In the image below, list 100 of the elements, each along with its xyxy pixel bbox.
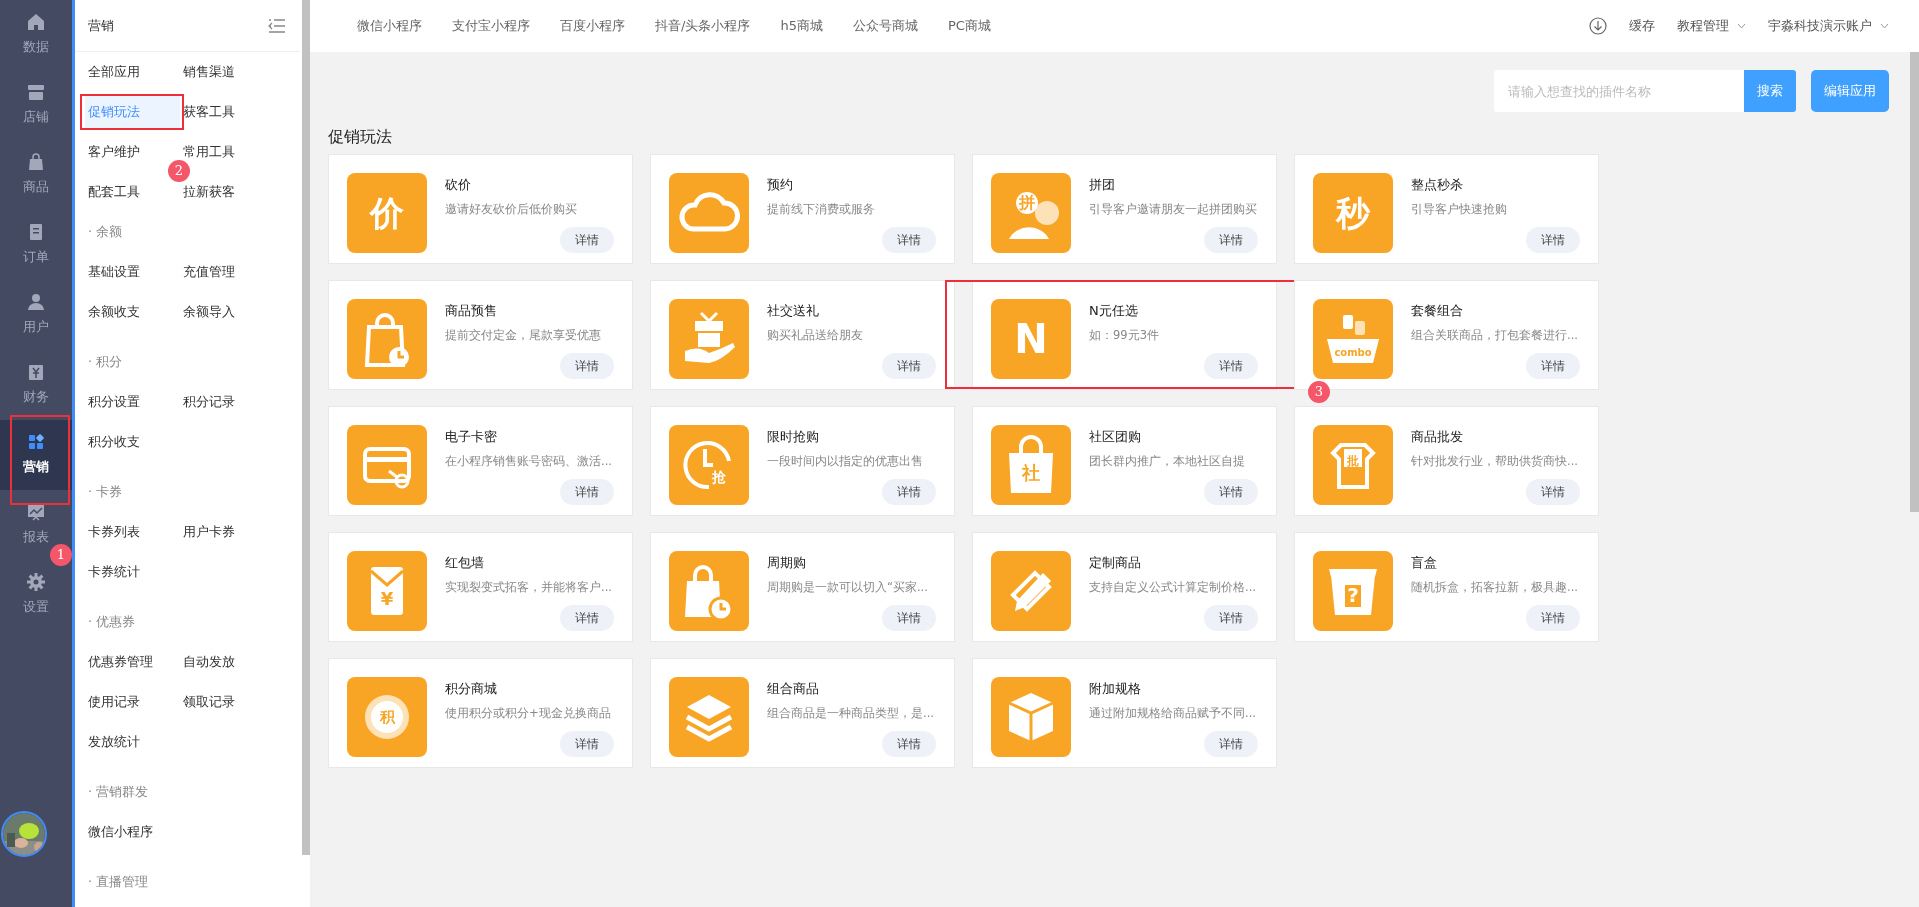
- sidebar-item[interactable]: 用户卡券: [180, 516, 235, 548]
- sidebar-item[interactable]: 使用记录: [85, 686, 140, 718]
- combo-icon: [1313, 299, 1393, 379]
- card-title: 拼团: [1089, 176, 1116, 194]
- details-button[interactable]: 详情: [1526, 605, 1580, 631]
- clock-icon: [669, 425, 749, 505]
- search-field[interactable]: 请输入想查找的插件名称: [1494, 70, 1744, 112]
- details-button[interactable]: 详情: [1526, 227, 1580, 253]
- details-button[interactable]: 详情: [1204, 605, 1258, 631]
- sidebar-item[interactable]: 优惠券管理: [85, 646, 153, 678]
- bag-icon: [27, 153, 45, 172]
- rail-item[interactable]: 商品: [13, 140, 59, 210]
- card-title: 电子卡密: [445, 428, 498, 446]
- card-title: 预约: [767, 176, 794, 194]
- details-button[interactable]: 详情: [882, 353, 936, 379]
- tutorial-menu[interactable]: 教程管理: [1677, 16, 1729, 36]
- rail-item[interactable]: 数据: [13, 0, 59, 70]
- icon-glyph: combo: [1334, 348, 1372, 358]
- callout-badge: 1: [50, 544, 72, 566]
- sidebar-item[interactable]: 卡券列表: [85, 516, 140, 548]
- card-description: 引导客户快速抢购: [1411, 200, 1508, 218]
- sidebar-item[interactable]: 充值管理: [180, 256, 235, 288]
- details-button[interactable]: 详情: [882, 731, 936, 757]
- package-icon: [991, 677, 1071, 757]
- nav-link[interactable]: 支付宝小程序: [452, 16, 530, 36]
- cloud-icon: [669, 173, 749, 253]
- details-button[interactable]: 详情: [882, 227, 936, 253]
- sidebar-item[interactable]: 积分记录: [180, 386, 235, 418]
- card-description: 支持自定义公式计算定制价格...: [1089, 578, 1257, 596]
- details-button[interactable]: 详情: [1526, 353, 1580, 379]
- rail-item[interactable]: 订单: [13, 210, 59, 280]
- sidebar-item[interactable]: 积分收支: [85, 426, 140, 458]
- card-description: 通过附加规格给商品赋予不同...: [1089, 704, 1257, 722]
- card-title: 定制商品: [1089, 554, 1142, 572]
- sidebar-item[interactable]: 销售渠道: [180, 56, 235, 88]
- rail-item[interactable]: 用户: [13, 280, 59, 350]
- card-title: 商品预售: [445, 302, 498, 320]
- callout-badge: 2: [168, 160, 190, 182]
- icon-glyph: N: [1014, 319, 1048, 359]
- nav-link[interactable]: PC商城: [947, 16, 991, 36]
- card-title: 整点秒杀: [1411, 176, 1464, 194]
- details-button[interactable]: 详情: [1526, 479, 1580, 505]
- card-title: 组合商品: [767, 680, 820, 698]
- details-button[interactable]: 详情: [882, 605, 936, 631]
- nav-link[interactable]: 百度小程序: [560, 16, 625, 36]
- sidebar-item[interactable]: 自动发放: [180, 646, 235, 678]
- user-icon: [27, 293, 45, 312]
- card-title: 套餐组合: [1411, 302, 1464, 320]
- group-title: · 优惠券: [87, 613, 137, 632]
- layers-icon: [669, 677, 749, 757]
- download-icon[interactable]: [1589, 17, 1607, 35]
- sidebar-item[interactable]: 配套工具: [85, 176, 140, 208]
- icon-glyph: 抢: [712, 470, 726, 484]
- bag-clock-icon: [347, 299, 427, 379]
- home-icon: [27, 13, 45, 32]
- account-menu[interactable]: 宇淼科技演示账户: [1768, 16, 1872, 36]
- nav-link[interactable]: 公众号商城: [852, 16, 918, 36]
- sidebar-item[interactable]: 积分设置: [85, 386, 140, 418]
- details-button[interactable]: 详情: [560, 605, 614, 631]
- nav-link[interactable]: 抖音/头条小程序: [655, 16, 751, 36]
- details-button[interactable]: 详情: [560, 479, 614, 505]
- cache-link[interactable]: 缓存: [1629, 16, 1655, 36]
- sidebar-item[interactable]: 基础设置: [85, 256, 140, 288]
- icon-glyph: 社: [1022, 464, 1040, 482]
- card-title: 红包墙: [445, 554, 485, 572]
- shirt-icon: [1313, 425, 1393, 505]
- details-button[interactable]: 详情: [1204, 353, 1258, 379]
- details-button[interactable]: 详情: [1204, 479, 1258, 505]
- details-button[interactable]: 详情: [560, 731, 614, 757]
- bag-icon: [991, 425, 1071, 505]
- box-icon: [1313, 551, 1393, 631]
- details-button[interactable]: 详情: [1204, 731, 1258, 757]
- rail-item[interactable]: 财务: [13, 350, 59, 420]
- details-button[interactable]: 详情: [1204, 227, 1258, 253]
- details-button[interactable]: 详情: [882, 479, 936, 505]
- scrollbar[interactable]: [302, 0, 310, 855]
- pencil-ruler-icon: [991, 551, 1071, 631]
- sidebar-item[interactable]: 获客工具: [180, 96, 235, 128]
- card-title: 限时抢购: [767, 428, 820, 446]
- details-button[interactable]: 详情: [560, 227, 614, 253]
- sidebar-item[interactable]: 卡券统计: [85, 556, 140, 588]
- details-button[interactable]: 详情: [560, 353, 614, 379]
- sidebar-item[interactable]: 全部应用: [85, 56, 140, 88]
- sidebar-item[interactable]: 微信小程序: [85, 816, 153, 848]
- gift-icon: [669, 299, 749, 379]
- sidebar-item[interactable]: 余额导入: [180, 296, 235, 328]
- nav-link[interactable]: 微信小程序: [357, 16, 422, 36]
- sidebar-item[interactable]: 客户维护: [85, 136, 140, 168]
- card-title: 附加规格: [1089, 680, 1142, 698]
- card-description: 购买礼品送给朋友: [767, 326, 864, 344]
- sidebar-item[interactable]: 发放统计: [85, 726, 140, 758]
- sidebar-item[interactable]: 领取记录: [180, 686, 235, 718]
- nav-link[interactable]: h5商城: [780, 16, 823, 36]
- collapse-menu-icon[interactable]: [268, 18, 286, 33]
- sidebar-item[interactable]: 余额收支: [85, 296, 140, 328]
- scrollbar[interactable]: [1910, 52, 1919, 512]
- rail-item[interactable]: 店铺: [13, 70, 59, 140]
- card-description: 使用积分或积分+现金兑换商品: [445, 704, 612, 722]
- rail-item[interactable]: 营销: [0, 420, 72, 490]
- card-title: 砍价: [445, 176, 472, 194]
